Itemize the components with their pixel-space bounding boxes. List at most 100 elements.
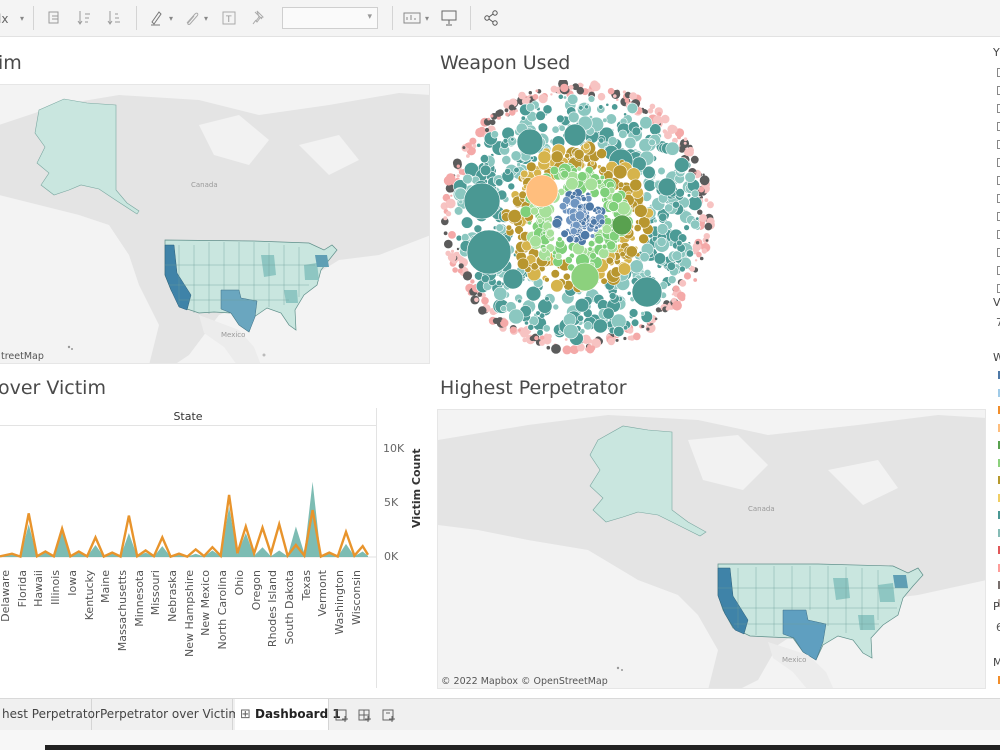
weapon-bubble[interactable] (536, 329, 544, 337)
weapon-bubble[interactable] (699, 214, 708, 223)
weapon-bubble[interactable] (594, 234, 604, 245)
weapon-bubble[interactable] (638, 233, 649, 245)
weapon-bubble[interactable] (706, 201, 714, 209)
weapon-bubble[interactable] (510, 137, 515, 142)
weapon-bubble[interactable] (647, 108, 654, 114)
weapon-bubble[interactable] (695, 241, 700, 245)
weapon-bubble[interactable] (447, 253, 457, 262)
weapon-bubble[interactable] (522, 337, 527, 343)
weapon-bubble[interactable] (537, 217, 543, 224)
weapon-bubble[interactable] (573, 148, 585, 160)
weapon-bubble[interactable] (598, 104, 604, 110)
weapon-bubble[interactable] (667, 275, 677, 285)
weapon-bubble[interactable] (443, 175, 454, 186)
weapon-bubble[interactable] (550, 269, 560, 279)
weapon-bubble[interactable] (633, 332, 641, 341)
weapon-bubble[interactable] (445, 211, 452, 217)
weapon-bubble[interactable] (500, 318, 509, 328)
weapon-bubble[interactable] (652, 115, 663, 125)
weapon-bubble[interactable] (462, 146, 466, 150)
weapon-bubble[interactable] (665, 306, 670, 311)
weapon-bubble[interactable] (490, 114, 494, 118)
highest-perpetrator-map[interactable]: Canada Mexico © 2022 Mapbox © OpenStreet… (437, 409, 986, 689)
weapon-bubble[interactable] (607, 136, 618, 146)
weapon-bubble[interactable] (607, 337, 615, 346)
weapon-bubble[interactable] (584, 104, 589, 110)
weapon-bubble[interactable] (598, 137, 605, 144)
weapon-bubble[interactable] (653, 218, 658, 224)
new-story-icon[interactable] (381, 707, 397, 727)
weapon-bubble[interactable] (613, 325, 625, 338)
weapon-bubble[interactable] (462, 173, 473, 185)
weapon-bubble[interactable] (458, 199, 464, 205)
weapon-bubble[interactable] (546, 345, 551, 350)
weapon-bubble[interactable] (484, 127, 490, 133)
weapon-bubble[interactable] (524, 320, 529, 326)
weapon-bubble[interactable] (629, 259, 644, 274)
weapon-bubble[interactable] (539, 339, 545, 346)
weapon-bubble[interactable] (580, 220, 587, 226)
weapon-bubble[interactable] (535, 310, 541, 316)
weapon-bubble[interactable] (567, 111, 580, 124)
victim-map[interactable]: Canada Mexico treetMap (0, 84, 430, 364)
weapon-bubble[interactable] (544, 276, 550, 283)
weapon-bubble[interactable] (594, 225, 599, 230)
weapon-bubble[interactable] (697, 209, 703, 215)
weapon-bubble[interactable] (685, 249, 694, 258)
weapon-bubble[interactable] (530, 206, 539, 216)
weapon-bubble[interactable] (590, 160, 596, 166)
weapon-bubble[interactable] (703, 233, 710, 240)
weapon-bubble[interactable] (508, 104, 515, 111)
weapon-bubble[interactable] (537, 122, 548, 133)
weapon-bubble[interactable] (617, 262, 632, 276)
weapon-bubble[interactable] (562, 272, 571, 281)
weapon-bubble[interactable] (563, 323, 579, 340)
weapon-bubble[interactable] (507, 182, 516, 191)
label-icon[interactable]: T (221, 8, 237, 28)
weapon-bubble[interactable] (683, 141, 687, 145)
weapon-bubble[interactable] (445, 198, 456, 209)
weapon-bubble[interactable] (517, 99, 523, 105)
weapon-bubble[interactable] (654, 317, 658, 321)
weapon-bubble[interactable] (550, 93, 553, 96)
weapon-bubble[interactable] (699, 175, 710, 186)
weapon-bubble[interactable] (589, 252, 597, 260)
weapon-bubble[interactable] (558, 124, 566, 132)
weapon-bubble[interactable] (684, 171, 696, 183)
weapon-bubble[interactable] (567, 93, 579, 105)
weapon-bubble[interactable] (450, 249, 455, 253)
weapon-bubble[interactable] (602, 307, 615, 320)
weapon-bubble[interactable] (611, 103, 619, 111)
weapon-bubble[interactable] (535, 89, 539, 93)
weapon-bubble[interactable] (556, 114, 565, 123)
weapon-bubble[interactable] (472, 144, 477, 148)
weapon-bubble[interactable] (629, 178, 642, 192)
weapon-bubble[interactable] (628, 308, 639, 318)
weapon-bubble[interactable] (563, 123, 587, 147)
weapon-bubble[interactable] (601, 224, 612, 235)
weapon-bubble[interactable] (542, 104, 553, 115)
weapon-bubble[interactable] (629, 92, 638, 100)
weapon-bubble[interactable] (607, 87, 615, 95)
weapon-bubble[interactable] (541, 246, 547, 253)
weapon-bubble[interactable] (676, 291, 686, 301)
weapon-bubble[interactable] (478, 306, 487, 315)
weapon-bubble[interactable] (507, 209, 522, 224)
weapon-bubble[interactable] (578, 105, 584, 111)
weapon-bubble[interactable] (444, 239, 453, 249)
series-area-teal[interactable] (0, 481, 368, 557)
weapon-bubble[interactable] (456, 164, 460, 168)
weapon-bubble[interactable] (675, 188, 685, 198)
weapon-bubble[interactable] (605, 102, 610, 107)
presentation-icon[interactable] (440, 8, 458, 28)
weapon-bubble[interactable] (694, 171, 697, 174)
weapon-bubble[interactable] (470, 279, 475, 284)
weapon-bubble[interactable] (448, 231, 456, 239)
weapon-bubble[interactable] (450, 194, 453, 197)
weapon-bubble[interactable] (672, 300, 682, 311)
weapon-bubble[interactable] (459, 270, 461, 273)
weapon-bubble[interactable] (656, 223, 669, 235)
weapon-bubble[interactable] (529, 156, 534, 161)
sort-descending-icon[interactable] (106, 8, 122, 28)
weapon-bubble[interactable] (554, 252, 563, 261)
